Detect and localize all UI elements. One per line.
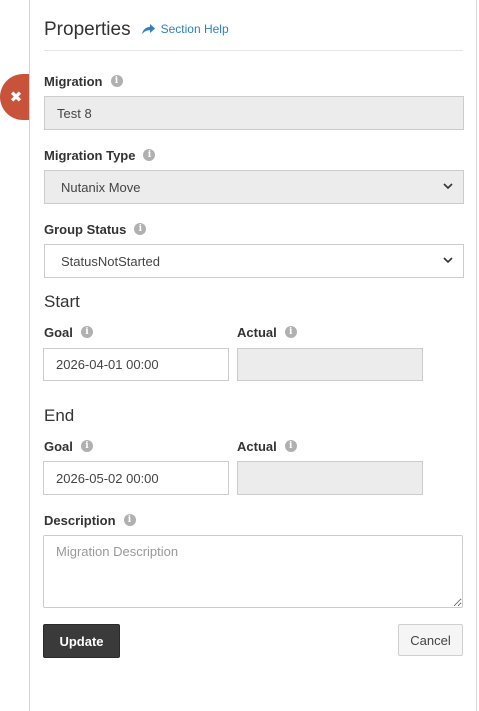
end-goal-input[interactable]: 2026-05-02 00:00 bbox=[43, 461, 229, 495]
close-panel-button[interactable]: ✖ bbox=[0, 74, 30, 120]
panel-header: Properties Section Help bbox=[44, 18, 463, 51]
info-icon[interactable]: i bbox=[80, 326, 93, 338]
description-label-row: Description i bbox=[44, 512, 136, 528]
start-goal-input[interactable]: 2026-04-01 00:00 bbox=[43, 348, 229, 381]
group-status-select[interactable]: StatusNotStarted bbox=[44, 244, 464, 278]
start-actual-label: Actual bbox=[237, 324, 277, 340]
migration-label-row: Migration i bbox=[44, 73, 123, 89]
migration-label: Migration bbox=[44, 73, 103, 89]
end-heading: End bbox=[44, 406, 75, 425]
end-goal-label-row: Goal i bbox=[44, 438, 93, 454]
description-label: Description bbox=[44, 512, 116, 528]
section-help-link[interactable]: Section Help bbox=[141, 22, 229, 36]
migration-field[interactable]: Test 8 bbox=[44, 96, 464, 130]
panel-title: Properties bbox=[44, 19, 131, 40]
info-icon[interactable]: i bbox=[284, 440, 297, 452]
chevron-down-icon bbox=[443, 181, 453, 193]
end-actual-input[interactable] bbox=[237, 461, 423, 495]
migration-value: Test 8 bbox=[57, 105, 92, 121]
migration-type-select[interactable]: Nutanix Move bbox=[44, 170, 464, 204]
migration-type-label-row: Migration Type i bbox=[44, 147, 156, 163]
end-goal-value: 2026-05-02 00:00 bbox=[56, 470, 159, 486]
info-icon[interactable]: i bbox=[110, 75, 123, 87]
group-status-label-row: Group Status i bbox=[44, 221, 147, 237]
end-goal-label: Goal bbox=[44, 438, 73, 454]
description-textarea[interactable] bbox=[43, 535, 463, 608]
start-goal-value: 2026-04-01 00:00 bbox=[56, 357, 159, 372]
end-actual-label: Actual bbox=[237, 438, 277, 454]
migration-type-value: Nutanix Move bbox=[61, 179, 141, 195]
cancel-button[interactable]: Cancel bbox=[398, 624, 463, 656]
info-icon[interactable]: i bbox=[284, 326, 297, 338]
info-icon[interactable]: i bbox=[134, 223, 147, 235]
start-actual-label-row: Actual i bbox=[237, 324, 297, 340]
info-icon[interactable]: i bbox=[143, 149, 156, 161]
chevron-down-icon bbox=[443, 255, 453, 267]
group-status-label: Group Status bbox=[44, 221, 127, 237]
close-icon: ✖ bbox=[9, 89, 23, 106]
section-help-label: Section Help bbox=[160, 22, 229, 36]
start-heading: Start bbox=[44, 292, 80, 311]
end-actual-label-row: Actual i bbox=[237, 438, 297, 454]
info-icon[interactable]: i bbox=[80, 440, 93, 452]
start-goal-label: Goal bbox=[44, 324, 73, 340]
update-button[interactable]: Update bbox=[43, 624, 120, 658]
start-actual-input[interactable] bbox=[237, 348, 423, 381]
share-arrow-icon bbox=[141, 23, 155, 34]
info-icon[interactable]: i bbox=[123, 514, 136, 526]
start-goal-label-row: Goal i bbox=[44, 324, 93, 340]
group-status-value: StatusNotStarted bbox=[61, 253, 160, 269]
migration-type-label: Migration Type bbox=[44, 147, 136, 163]
